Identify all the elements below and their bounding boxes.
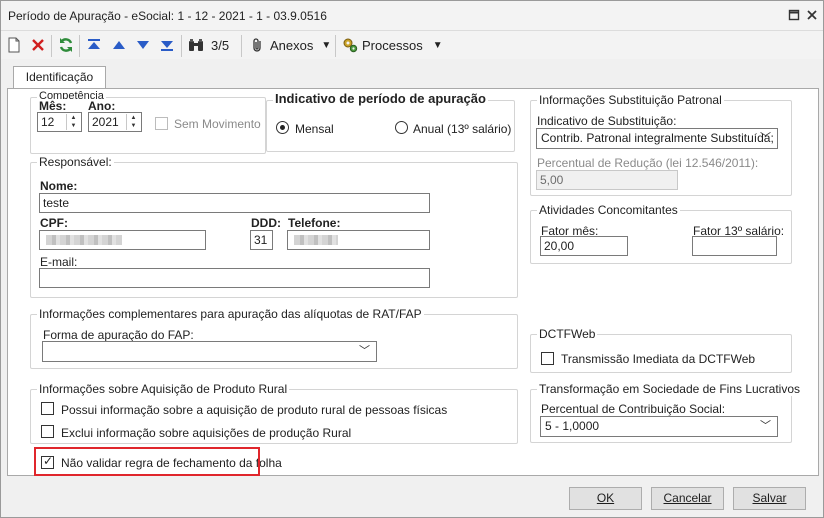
tab-panel-identificacao: Competência Mês: Ano: 12 ▲ ▼ 2021 ▲ ▼ Sem …: [7, 88, 819, 476]
toolbar-separator: [51, 35, 52, 57]
mes-label: Mês:: [39, 99, 69, 113]
exclui-produto-rural-label: Exclui informação sobre aquisições de pr…: [61, 426, 352, 440]
chevron-down-icon: ﹀: [760, 420, 771, 432]
fator-mes-input[interactable]: 20,00: [540, 236, 628, 256]
possui-produto-rural-label: Possui informação sobre a aquisição de p…: [61, 403, 448, 417]
transmissao-dctfweb-label: Transmissão Imediata da DCTFWeb: [561, 352, 756, 366]
forma-apuracao-label: Forma de apuração do FAP:: [43, 328, 194, 342]
percentual-reducao-label: Percentual de Redução (lei 12.546/2011):: [537, 156, 759, 170]
redacted-telefone: [294, 235, 338, 245]
toolbar-separator: [181, 35, 182, 57]
nome-label: Nome:: [40, 179, 78, 193]
new-document-icon[interactable]: [7, 35, 21, 55]
spin-up-icon[interactable]: ▲: [67, 114, 80, 122]
record-counter: 3/5: [211, 37, 230, 53]
transformacao-title: Transformação em Sociedade de Fins Lucra…: [537, 382, 803, 396]
indicativo-substituicao-label: Indicativo de Substituição:: [537, 114, 677, 128]
binoculars-icon[interactable]: [188, 35, 204, 55]
toolbar-separator: [335, 35, 336, 57]
cancelar-label: Cancelar: [663, 491, 712, 505]
salvar-button[interactable]: Salvar: [733, 487, 806, 510]
cpf-input[interactable]: [39, 230, 206, 250]
responsavel-title: Responsável:: [37, 155, 114, 169]
cpf-label: CPF:: [40, 216, 68, 230]
maximize-icon[interactable]: [787, 9, 801, 23]
percentual-contribuicao-select[interactable]: 5 - 1,0000 ﹀: [540, 416, 778, 437]
ano-spin-buttons[interactable]: ▲ ▼: [126, 114, 140, 130]
radio-selected-dot: [280, 125, 285, 130]
first-record-icon[interactable]: [87, 35, 101, 55]
radio-mensal[interactable]: [276, 121, 289, 134]
percentual-reducao-input[interactable]: 5,00: [536, 170, 678, 190]
forma-apuracao-select[interactable]: ﹀: [42, 341, 377, 362]
percentual-contribuicao-value: 5 - 1,0000: [545, 419, 600, 433]
processos-menu-button[interactable]: Processos ▼: [342, 35, 443, 55]
highlight-box: [34, 447, 260, 476]
email-label: E-mail:: [40, 255, 78, 269]
ano-value: 2021: [92, 115, 119, 129]
mes-value: 12: [41, 115, 55, 129]
indicativo-periodo-title: Indicativo de período de apuração: [273, 91, 488, 106]
paperclip-icon: [253, 38, 261, 52]
toolbar-separator: [79, 35, 80, 57]
dctfweb-title: DCTFWeb: [537, 327, 598, 341]
title-bar[interactable]: Período de Apuração - eSocial: 1 - 12 - …: [1, 1, 823, 31]
radio-anual-label: Anual (13º salário): [413, 122, 512, 136]
sem-movimento-label: Sem Movimento: [174, 117, 261, 131]
spin-down-icon[interactable]: ▼: [67, 122, 80, 130]
previous-record-icon[interactable]: [113, 35, 125, 55]
possui-produto-rural-checkbox[interactable]: [41, 402, 54, 415]
next-record-icon[interactable]: [137, 35, 149, 55]
window-title: Período de Apuração - eSocial: 1 - 12 - …: [8, 9, 327, 23]
email-input[interactable]: [39, 268, 430, 288]
anexos-menu-button[interactable]: Anexos ▼: [250, 35, 331, 55]
sem-movimento-checkbox[interactable]: [155, 117, 168, 130]
redacted-cpf: [46, 235, 122, 245]
radio-anual[interactable]: [395, 121, 408, 134]
ddd-input[interactable]: 31: [250, 230, 273, 250]
ok-button[interactable]: OK: [569, 487, 642, 510]
tab-strip: Identificação: [1, 59, 823, 90]
radio-mensal-label: Mensal: [295, 122, 334, 136]
last-record-icon[interactable]: [160, 35, 174, 55]
close-icon[interactable]: [805, 9, 819, 23]
ano-spinner[interactable]: 2021 ▲ ▼: [88, 112, 142, 132]
toolbar: 3/5 Anexos ▼ Processos ▼: [1, 31, 823, 59]
tab-identificacao[interactable]: Identificação: [13, 66, 106, 90]
fator-13-input[interactable]: [692, 236, 777, 256]
mes-spin-buttons[interactable]: ▲ ▼: [66, 114, 80, 130]
nome-input[interactable]: teste: [39, 193, 430, 213]
spin-down-icon[interactable]: ▼: [127, 122, 140, 130]
rat-fap-title: Informações complementares para apuração…: [37, 307, 424, 321]
chevron-down-icon: ▼: [321, 39, 332, 51]
processos-label: Processos: [362, 37, 423, 53]
transmissao-dctfweb-checkbox[interactable]: [541, 352, 554, 365]
delete-icon[interactable]: [31, 35, 45, 55]
anexos-label: Anexos: [270, 37, 314, 53]
chevron-down-icon: ﹀: [760, 132, 771, 144]
percentual-contribuicao-label: Percentual de Contribuição Social:: [541, 402, 726, 416]
ddd-label: DDD:: [251, 216, 281, 230]
ano-label: Ano:: [88, 99, 118, 113]
spin-up-icon[interactable]: ▲: [127, 114, 140, 122]
toolbar-separator: [241, 35, 242, 57]
exclui-produto-rural-checkbox[interactable]: [41, 425, 54, 438]
dialog-window: Período de Apuração - eSocial: 1 - 12 - …: [0, 0, 824, 518]
chevron-down-icon: ▼: [432, 39, 443, 51]
chevron-down-icon: ﹀: [359, 345, 370, 357]
indicativo-substituicao-value: Contrib. Patronal integralmente Substitu…: [541, 131, 774, 145]
telefone-input[interactable]: [287, 230, 430, 250]
salvar-label: Salvar: [752, 491, 787, 505]
produto-rural-title: Informações sobre Aquisição de Produto R…: [37, 382, 290, 396]
substituicao-patronal-title: Informações Substituição Patronal: [537, 93, 724, 107]
gears-icon: [343, 38, 358, 53]
cancelar-button[interactable]: Cancelar: [651, 487, 724, 510]
telefone-label: Telefone:: [288, 216, 341, 230]
mes-spinner[interactable]: 12 ▲ ▼: [37, 112, 82, 132]
ok-label: OK: [596, 491, 615, 505]
indicativo-substituicao-select[interactable]: Contrib. Patronal integralmente Substitu…: [536, 128, 778, 149]
refresh-icon[interactable]: [58, 35, 74, 55]
atividades-concomitantes-title: Atividades Concomitantes: [537, 203, 680, 217]
